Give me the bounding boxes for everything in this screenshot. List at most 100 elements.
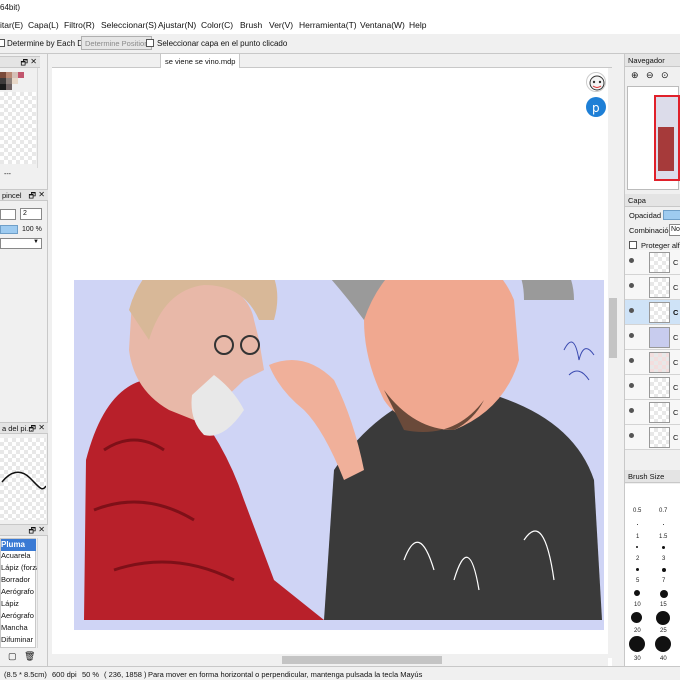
- brush-item-borrador[interactable]: Borrador: [1, 575, 30, 584]
- pin-icon[interactable]: 🗗: [20, 57, 28, 71]
- determine-each-drag-checkbox[interactable]: [0, 39, 5, 47]
- layer-row-selected[interactable]: C: [625, 300, 680, 325]
- eye-icon[interactable]: [629, 408, 634, 413]
- brush-size-option[interactable]: [662, 568, 666, 572]
- brush-size-option[interactable]: [634, 590, 640, 596]
- layer-blend-label: Combinación: [629, 226, 673, 235]
- layer-name: C: [673, 383, 679, 392]
- protect-alpha-label: Proteger alfi: [641, 241, 680, 250]
- close-icon[interactable]: ✕: [30, 57, 37, 66]
- pin-icon[interactable]: 🗗: [28, 423, 36, 437]
- brush-item-difuminar[interactable]: Difuminar: [1, 635, 33, 644]
- eye-icon[interactable]: [629, 283, 634, 288]
- menu-filter[interactable]: Filtro(R): [64, 20, 95, 30]
- menu-window[interactable]: Ventana(W): [360, 20, 405, 30]
- brush-item-acuarela[interactable]: Acuarela: [1, 551, 31, 560]
- color-swatch[interactable]: [6, 84, 12, 90]
- menu-color[interactable]: Color(C): [201, 20, 233, 30]
- zoom-out-icon[interactable]: ⊖: [646, 70, 654, 81]
- canvas-area[interactable]: se viene se vino.mdp p: [52, 54, 612, 666]
- menu-select[interactable]: Seleccionar(S): [101, 20, 157, 30]
- layer-opacity-slider[interactable]: [663, 210, 680, 220]
- zoom-reset-icon[interactable]: ⊙: [661, 70, 669, 81]
- mascot-icon[interactable]: [586, 72, 606, 92]
- close-icon[interactable]: ✕: [38, 190, 45, 199]
- brush-item-lapiz-forza[interactable]: Lápiz (forza: [1, 563, 40, 572]
- brush-size-slider[interactable]: [0, 209, 16, 220]
- brush-item-pluma[interactable]: Pluma: [1, 539, 36, 551]
- layer-row[interactable]: C: [625, 325, 680, 350]
- menu-view[interactable]: Ver(V): [269, 20, 293, 30]
- menu-adjust[interactable]: Ajustar(N): [158, 20, 196, 30]
- layer-row[interactable]: C: [625, 425, 680, 450]
- eye-icon[interactable]: [629, 333, 634, 338]
- close-icon[interactable]: ✕: [38, 525, 45, 534]
- menu-brush[interactable]: Brush: [240, 20, 262, 30]
- brush-item-aerografo[interactable]: Aerógrafo: [1, 587, 34, 596]
- palette-dashes: ---: [4, 171, 11, 178]
- brush-item-aerografo-2[interactable]: Aerógrafo: [1, 611, 34, 620]
- eye-icon[interactable]: [629, 258, 634, 263]
- brush-list-header: 🗗 ✕: [0, 524, 48, 536]
- canvas-horizontal-scrollbar[interactable]: [52, 654, 608, 666]
- brush-size-option[interactable]: [660, 590, 668, 598]
- close-icon[interactable]: ✕: [38, 423, 45, 432]
- layer-row[interactable]: C: [625, 375, 680, 400]
- layer-row[interactable]: C: [625, 350, 680, 375]
- select-layer-clicked-checkbox[interactable]: [146, 39, 154, 47]
- document-tab[interactable]: se viene se vino.mdp: [160, 54, 241, 68]
- hand: [269, 360, 364, 480]
- brush-size-option[interactable]: [631, 612, 642, 623]
- layer-name: C: [673, 308, 679, 317]
- brush-shape-dropdown[interactable]: ▼: [0, 238, 42, 249]
- brush-size-option[interactable]: [636, 568, 639, 571]
- brush-size-option[interactable]: [662, 546, 665, 549]
- brush-item-mancha[interactable]: Mancha: [1, 623, 28, 632]
- eye-icon[interactable]: [629, 433, 634, 438]
- brush-size-input[interactable]: 2: [20, 208, 42, 220]
- status-hint: Para mover en forma horizontal o perpend…: [148, 670, 423, 679]
- pin-icon[interactable]: 🗗: [28, 525, 36, 539]
- layer-header: Capa: [625, 194, 680, 207]
- layer-row[interactable]: C: [625, 400, 680, 425]
- zoom-in-icon[interactable]: ⊕: [631, 70, 639, 81]
- brush-item-lapiz[interactable]: Lápiz: [1, 599, 19, 608]
- eye-icon[interactable]: [629, 383, 634, 388]
- color-swatch[interactable]: [18, 72, 24, 78]
- determine-position-button[interactable]: Determine Position: [81, 36, 153, 50]
- layer-row[interactable]: C: [625, 250, 680, 275]
- new-brush-icon[interactable]: ▢: [8, 651, 17, 662]
- layer-blend-dropdown[interactable]: No: [669, 224, 680, 236]
- right-panel: Navegador ⊕ ⊖ ⊙ Capa Opacidad Combinació…: [624, 54, 680, 666]
- brush-size-option[interactable]: [655, 636, 671, 652]
- pixiv-icon[interactable]: p: [586, 97, 606, 117]
- palette-scrollbar[interactable]: [37, 68, 45, 168]
- brush-size-option[interactable]: [629, 636, 645, 652]
- trash-icon[interactable]: 🗑: [24, 651, 35, 662]
- cursor-coords: ( 236, 1858 ): [104, 670, 147, 679]
- layer-name: C: [673, 283, 679, 292]
- eye-icon[interactable]: [629, 358, 634, 363]
- color-swatch[interactable]: [12, 78, 18, 84]
- menu-help[interactable]: Help: [409, 20, 426, 30]
- brush-size-option[interactable]: [663, 524, 664, 525]
- navigator-preview[interactable]: [627, 86, 680, 190]
- navigator-viewport[interactable]: [654, 95, 680, 181]
- scroll-thumb[interactable]: [282, 656, 442, 664]
- menu-edit[interactable]: itar(E): [0, 20, 23, 30]
- brush-size-label: 3: [662, 556, 666, 562]
- layer-row[interactable]: C: [625, 275, 680, 300]
- brush-size-option[interactable]: [636, 546, 638, 548]
- artwork-canvas[interactable]: [74, 130, 604, 630]
- menu-layer[interactable]: Capa(L): [28, 20, 59, 30]
- brush-list-scrollbar[interactable]: [37, 538, 45, 648]
- brush-size-option[interactable]: [656, 611, 670, 625]
- brush-size-option[interactable]: [637, 524, 638, 525]
- opacity-slider[interactable]: [0, 225, 18, 234]
- protect-alpha-checkbox[interactable]: [629, 241, 637, 249]
- pin-icon[interactable]: 🗗: [28, 190, 36, 204]
- menu-tool[interactable]: Herramienta(T): [299, 20, 357, 30]
- canvas-vertical-scrollbar[interactable]: [608, 68, 618, 658]
- eye-icon[interactable]: [629, 308, 634, 313]
- scroll-thumb[interactable]: [609, 298, 617, 358]
